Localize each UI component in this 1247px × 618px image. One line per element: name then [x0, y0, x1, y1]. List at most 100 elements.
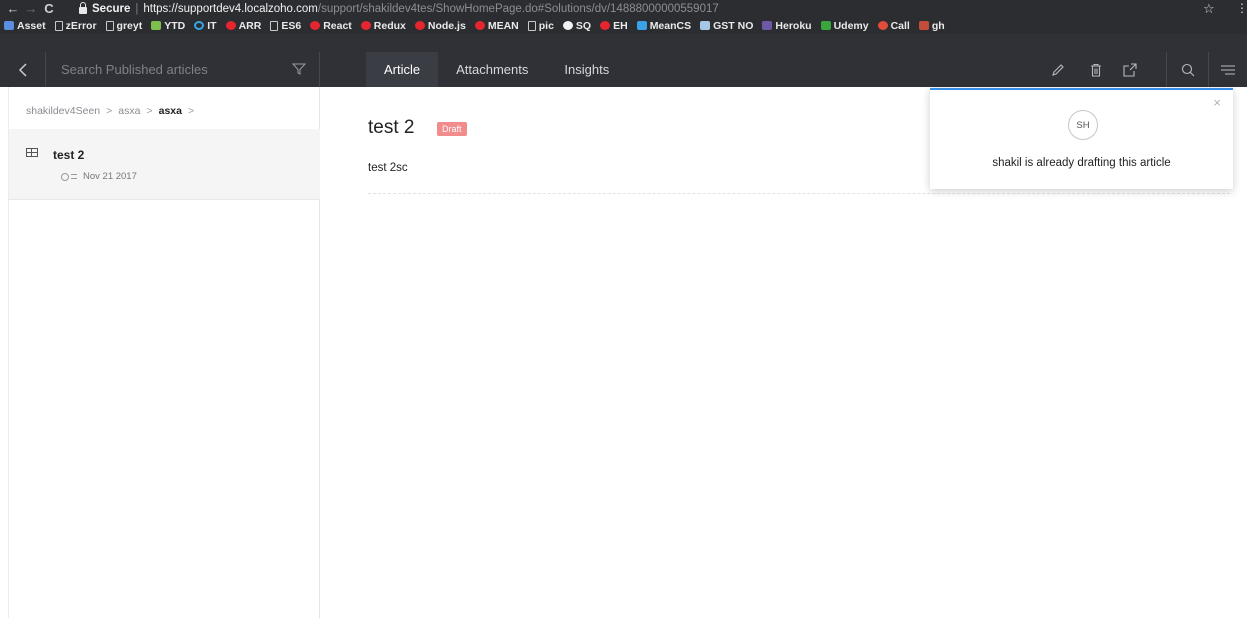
pic-icon [918, 21, 929, 30]
youtube-icon [225, 21, 236, 30]
browser-menu-icon[interactable]: ⋮ [1236, 1, 1247, 16]
article-tabs: Article Attachments Insights [366, 52, 627, 87]
article-list-item[interactable]: test 2 Nov 21 2017 [9, 129, 320, 200]
url-separator: | [135, 2, 139, 15]
udemy-icon [820, 21, 831, 30]
article-list-panel: shakildev4Seen > asxa > asxa > test 2 Nov 21 … [8, 87, 320, 618]
youtube-icon [474, 21, 485, 30]
bookmark-label: EH [613, 19, 628, 32]
bookmark-item[interactable]: EH [600, 20, 628, 32]
bookmark-label: ES6 [281, 19, 302, 32]
bookmark-label: MEAN [487, 19, 519, 32]
bookmark-label: IT [207, 19, 217, 32]
close-icon[interactable]: × [1213, 95, 1221, 110]
article-date: Nov 21 2017 [83, 171, 137, 182]
drafting-notice-popup: × SH shakil is already drafting this art… [930, 88, 1233, 189]
bookmark-label: Heroku [775, 19, 812, 32]
bookmark-item[interactable]: Call [877, 19, 910, 32]
bookmark-item[interactable]: React [310, 20, 352, 32]
back-arrow-icon[interactable]: ← [4, 0, 22, 17]
lock-icon [79, 1, 87, 14]
breadcrumb-chevron: > [187, 105, 195, 117]
article-body: test 2sc [368, 162, 408, 174]
tab-attachments[interactable]: Attachments [438, 52, 546, 87]
hamburger-menu-icon [1221, 64, 1235, 75]
bookmark-label: GST NO [713, 19, 754, 32]
search-input[interactable] [46, 61, 266, 78]
breadcrumb-item[interactable]: shakildev4Seen [26, 105, 100, 117]
avatar: SH [1068, 110, 1098, 140]
doc-icon [105, 20, 114, 31]
address-bar[interactable]: Secure | https://supportdev4.localzoho.c… [75, 1, 1225, 16]
bookmark-star-icon[interactable]: ☆ [1203, 1, 1215, 16]
header-divider [1208, 52, 1209, 87]
bookmark-item[interactable]: MEAN [474, 19, 519, 32]
popup-message: shakil is already drafting this article [992, 157, 1171, 169]
youtube-icon [600, 21, 611, 30]
url-path: /support/shakildev4tes/ShowHomePage.do#S… [317, 2, 719, 15]
url-host: https://supportdev4.localzoho.com [143, 2, 318, 15]
breadcrumb-current[interactable]: asxa [159, 105, 182, 117]
breadcrumb-item[interactable]: asxa [118, 105, 140, 117]
forward-arrow-icon[interactable]: → [22, 0, 40, 17]
pencil-icon [1052, 63, 1064, 76]
external-link-icon [1123, 62, 1137, 77]
breadcrumb-chevron: > [146, 105, 153, 117]
open-external-button[interactable] [1116, 52, 1144, 87]
trash-icon [1091, 63, 1101, 77]
article-title: test 2 [368, 117, 415, 138]
tab-article[interactable]: Article [366, 52, 439, 87]
github-icon [562, 21, 573, 30]
bookmark-label: MeanCS [649, 19, 692, 32]
delete-button[interactable] [1082, 52, 1110, 87]
bookmark-label: Redux [373, 19, 406, 32]
lines-icon [71, 174, 77, 179]
bookmark-item[interactable]: MeanCS [636, 19, 692, 32]
url-row: ← → C Secure | https://supportdev4.local… [0, 0, 1247, 17]
article-list-meta: Nov 21 2017 [61, 171, 137, 182]
bookmark-label: gh [931, 19, 945, 32]
youtube-icon [310, 21, 321, 30]
bookmark-item[interactable]: Asset [4, 20, 46, 32]
bookmarks-bar: Asset zError greyt YTD IT ARR ES6 React Redux Nod… [0, 17, 1247, 34]
back-button[interactable] [0, 52, 46, 87]
bookmark-item[interactable]: Heroku [762, 19, 812, 32]
menu-button[interactable] [1214, 52, 1242, 87]
bookmark-label: React [323, 19, 352, 32]
tab-insights[interactable]: Insights [546, 52, 627, 87]
bookmark-label: SQ [575, 19, 592, 32]
bookmark-item[interactable]: Node.js [414, 20, 466, 32]
bookmark-item[interactable]: ES6 [270, 20, 301, 32]
doc-icon [54, 20, 63, 31]
youtube-icon [360, 21, 371, 30]
bookmark-item[interactable]: ARR [225, 19, 262, 32]
bookmark-item[interactable]: Redux [360, 19, 406, 32]
bookmark-item[interactable]: Udemy [820, 19, 869, 32]
bookmark-label: Call [890, 19, 910, 32]
article-list-title: test 2 [53, 148, 85, 162]
doc-icon [270, 20, 279, 31]
filter-icon[interactable] [292, 63, 306, 75]
call-icon [877, 21, 888, 30]
breadcrumb: shakildev4Seen > asxa > asxa > [26, 105, 200, 117]
bookmark-item[interactable]: IT [194, 19, 217, 32]
bookmark-item[interactable]: GST NO [700, 20, 753, 32]
article-icon [26, 148, 38, 157]
bookmark-item[interactable]: pic [527, 20, 554, 32]
reload-icon[interactable]: C [40, 0, 58, 17]
gst-icon [700, 21, 711, 30]
bookmark-label: ARR [238, 19, 262, 32]
bookmark-item[interactable]: gh [918, 19, 945, 32]
search-button[interactable] [1174, 52, 1202, 87]
secure-label: Secure [92, 2, 131, 15]
chevron-left-icon [18, 62, 27, 77]
bookmark-item[interactable]: greyt [105, 20, 142, 32]
bookmark-item[interactable]: SQ [562, 19, 592, 32]
edit-button[interactable] [1044, 52, 1072, 87]
bookmark-label: Udemy [833, 19, 869, 32]
youtube-icon [414, 21, 425, 30]
search-icon [1181, 63, 1195, 76]
bookmark-label: zError [65, 19, 97, 32]
bookmark-item[interactable]: YTD [151, 20, 185, 32]
bookmark-item[interactable]: zError [54, 19, 97, 32]
